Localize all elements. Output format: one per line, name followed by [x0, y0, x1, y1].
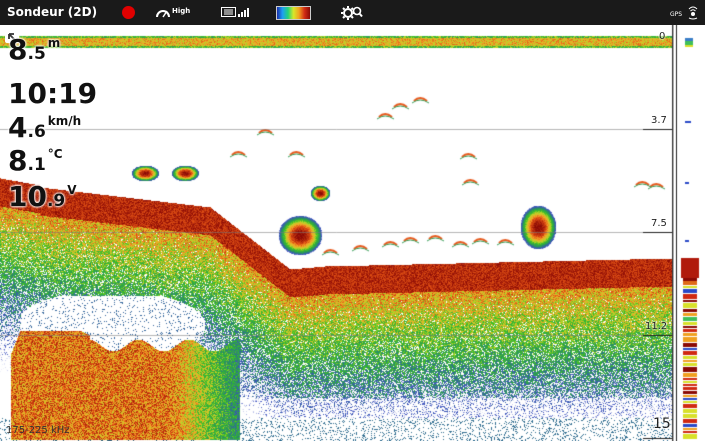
depth-unit: m	[47, 36, 61, 50]
temperature-int: 8	[8, 144, 28, 177]
depth-int: 8	[8, 33, 28, 66]
voltage-readout: 10.9V	[8, 183, 77, 211]
time-value: 10:19	[8, 77, 98, 110]
sd-card-icon[interactable]	[221, 6, 251, 18]
speed-dec: .6	[27, 122, 46, 142]
speed-int: 4	[8, 111, 28, 144]
gps-status[interactable]: GPS	[670, 3, 700, 23]
sensitivity-label: High	[172, 7, 191, 15]
page-title[interactable]: Sondeur (2D)	[7, 5, 97, 19]
voltage-dec: .9	[46, 191, 66, 211]
gps-icon	[688, 6, 698, 20]
voltage-int: 10	[8, 180, 47, 213]
temperature-dec: .1	[27, 155, 46, 175]
flasher-colour-bar	[673, 25, 705, 441]
status-bar: Sondeur (2D) High GPS	[0, 0, 705, 25]
time-readout: 10:19	[8, 80, 97, 108]
record-icon[interactable]	[122, 6, 135, 19]
depth-label-0: 0	[659, 31, 666, 42]
speed-unit: km/h	[47, 114, 82, 128]
depth-readout: 8.5m	[8, 36, 60, 64]
temperature-unit: °C	[47, 147, 63, 161]
voltage-unit: V	[67, 183, 77, 197]
signal-icon	[238, 8, 249, 17]
speed-readout: 4.6km/h	[8, 114, 81, 142]
sensitivity-button[interactable]: High	[156, 4, 196, 21]
sensitivity-gauge-icon	[156, 10, 170, 18]
depth-label-1: 3.7	[651, 115, 667, 126]
settings-search-icon[interactable]	[341, 4, 363, 21]
depth-label-2: 7.5	[651, 218, 667, 229]
frequency-label: 175-225 kHz	[6, 425, 70, 436]
gps-label: GPS	[670, 11, 683, 18]
depth-dec: .5	[27, 44, 46, 64]
temperature-readout: 8.1°C	[8, 147, 63, 175]
palette-icon[interactable]	[276, 6, 311, 20]
depth-label-4: 15	[653, 416, 671, 432]
depth-label-3: 11.2	[645, 321, 668, 332]
sonar-screen: Sondeur (2D) High GPS 8.5m 10:19 4.6km/h…	[0, 0, 705, 441]
sonar-echogram[interactable]	[0, 25, 673, 441]
